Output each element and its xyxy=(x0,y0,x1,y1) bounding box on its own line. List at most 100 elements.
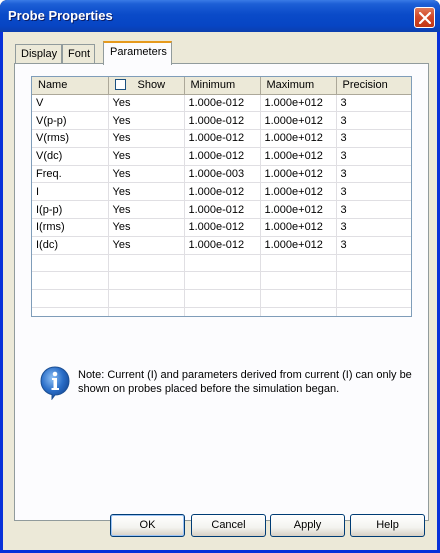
cell-maximum[interactable]: 1.000e+012 xyxy=(260,236,337,255)
empty-table-row xyxy=(32,307,411,316)
column-header-name[interactable]: Name xyxy=(32,77,109,95)
cell-minimum[interactable]: 1.000e-012 xyxy=(184,111,261,131)
empty-cell xyxy=(260,271,337,291)
empty-cell xyxy=(260,307,337,316)
dialog-client-area: Display Font Parameters Name Show Minimu… xyxy=(3,32,437,550)
cell-maximum[interactable]: 1.000e+012 xyxy=(260,129,337,148)
empty-cell xyxy=(108,271,185,291)
cell-name[interactable]: I(p-p) xyxy=(32,200,109,220)
cell-name[interactable]: V xyxy=(32,94,109,113)
cell-show[interactable]: Yes xyxy=(108,129,185,148)
column-header-show[interactable]: Show xyxy=(108,77,185,95)
cell-name[interactable]: I(dc) xyxy=(32,236,109,255)
tab-parameters[interactable]: Parameters xyxy=(103,41,172,65)
empty-cell xyxy=(336,307,411,316)
table-row[interactable]: I Yes 1.000e-012 1.000e+012 3 xyxy=(32,182,411,202)
ok-button[interactable]: OK xyxy=(110,514,185,537)
table-row[interactable]: V Yes 1.000e-012 1.000e+012 3 xyxy=(32,94,411,113)
cell-precision[interactable]: 3 xyxy=(336,182,411,202)
tab-font[interactable]: Font xyxy=(62,44,96,65)
tab-display[interactable]: Display xyxy=(15,44,63,65)
table-row[interactable]: I(dc) Yes 1.000e-012 1.000e+012 3 xyxy=(32,236,411,255)
cell-maximum[interactable]: 1.000e+012 xyxy=(260,165,337,184)
cell-show[interactable]: Yes xyxy=(108,147,185,166)
table-row[interactable]: V(dc) Yes 1.000e-012 1.000e+012 3 xyxy=(32,147,411,166)
empty-cell xyxy=(32,271,109,291)
cell-maximum[interactable]: 1.000e+012 xyxy=(260,147,337,166)
cell-precision[interactable]: 3 xyxy=(336,218,411,237)
cell-precision[interactable]: 3 xyxy=(336,165,411,184)
cell-minimum[interactable]: 1.000e-012 xyxy=(184,94,261,113)
cell-precision[interactable]: 3 xyxy=(336,129,411,148)
cell-show[interactable]: Yes xyxy=(108,165,185,184)
cell-maximum[interactable]: 1.000e+012 xyxy=(260,111,337,131)
cell-precision[interactable]: 3 xyxy=(336,200,411,220)
cell-name[interactable]: V(dc) xyxy=(32,147,109,166)
column-header-minimum[interactable]: Minimum xyxy=(184,77,261,95)
cell-maximum[interactable]: 1.000e+012 xyxy=(260,94,337,113)
empty-table-row xyxy=(32,271,411,291)
empty-cell xyxy=(32,307,109,316)
cell-precision[interactable]: 3 xyxy=(336,147,411,166)
cancel-button[interactable]: Cancel xyxy=(191,514,266,537)
cell-minimum[interactable]: 1.000e-012 xyxy=(184,236,261,255)
empty-cell xyxy=(184,254,261,273)
table-row[interactable]: Freq. Yes 1.000e-003 1.000e+012 3 xyxy=(32,165,411,184)
cell-show[interactable]: Yes xyxy=(108,200,185,220)
empty-cell xyxy=(260,254,337,273)
info-icon xyxy=(40,366,70,400)
empty-cell xyxy=(184,307,261,316)
table-row[interactable]: I(p-p) Yes 1.000e-012 1.000e+012 3 xyxy=(32,200,411,220)
empty-table-row xyxy=(32,289,411,309)
empty-cell xyxy=(260,289,337,309)
cell-show[interactable]: Yes xyxy=(108,182,185,202)
help-button[interactable]: Help xyxy=(350,514,425,537)
cell-minimum[interactable]: 1.000e-012 xyxy=(184,129,261,148)
empty-cell xyxy=(184,289,261,309)
cell-precision[interactable]: 3 xyxy=(336,111,411,131)
empty-cell xyxy=(108,307,185,316)
table-row[interactable]: V(rms) Yes 1.000e-012 1.000e+012 3 xyxy=(32,129,411,148)
apply-button[interactable]: Apply xyxy=(270,514,345,537)
empty-table-row xyxy=(32,254,411,273)
cell-minimum[interactable]: 1.000e-012 xyxy=(184,218,261,237)
cell-name[interactable]: I(rms) xyxy=(32,218,109,237)
cell-show[interactable]: Yes xyxy=(108,236,185,255)
cell-minimum[interactable]: 1.000e-003 xyxy=(184,165,261,184)
cell-minimum[interactable]: 1.000e-012 xyxy=(184,200,261,220)
empty-cell xyxy=(32,289,109,309)
title-bar[interactable]: Probe Properties xyxy=(0,0,440,32)
parameters-grid: Name Show Minimum Maximum Precision V Yes… xyxy=(31,76,412,317)
cell-name[interactable]: Freq. xyxy=(32,165,109,184)
empty-cell xyxy=(336,254,411,273)
cell-precision[interactable]: 3 xyxy=(336,94,411,113)
tab-display-label: Display xyxy=(21,48,58,60)
show-all-checkbox[interactable] xyxy=(114,79,126,91)
cell-precision[interactable]: 3 xyxy=(336,236,411,255)
cell-minimum[interactable]: 1.000e-012 xyxy=(184,147,261,166)
cell-name[interactable]: V(rms) xyxy=(32,129,109,148)
empty-cell xyxy=(32,254,109,273)
empty-cell xyxy=(184,271,261,291)
close-icon xyxy=(419,12,431,24)
table-header-row: Name Show Minimum Maximum Precision xyxy=(32,77,411,95)
close-button[interactable] xyxy=(414,7,435,28)
column-header-precision[interactable]: Precision xyxy=(336,77,411,95)
parameters-tab-panel: Name Show Minimum Maximum Precision V Yes… xyxy=(14,63,429,521)
cell-name[interactable]: I xyxy=(32,182,109,202)
empty-cell xyxy=(108,289,185,309)
cell-show[interactable]: Yes xyxy=(108,94,185,113)
note-text: Note: Current (I) and parameters derived… xyxy=(78,369,412,395)
empty-cell xyxy=(336,271,411,291)
table-row[interactable]: I(rms) Yes 1.000e-012 1.000e+012 3 xyxy=(32,218,411,237)
empty-cell xyxy=(336,289,411,309)
cell-minimum[interactable]: 1.000e-012 xyxy=(184,182,261,202)
cell-show[interactable]: Yes xyxy=(108,218,185,237)
cell-show[interactable]: Yes xyxy=(108,111,185,131)
column-header-maximum[interactable]: Maximum xyxy=(260,77,337,95)
cell-name[interactable]: V(p-p) xyxy=(32,111,109,131)
cell-maximum[interactable]: 1.000e+012 xyxy=(260,182,337,202)
cell-maximum[interactable]: 1.000e+012 xyxy=(260,218,337,237)
table-row[interactable]: V(p-p) Yes 1.000e-012 1.000e+012 3 xyxy=(32,111,411,131)
cell-maximum[interactable]: 1.000e+012 xyxy=(260,200,337,220)
